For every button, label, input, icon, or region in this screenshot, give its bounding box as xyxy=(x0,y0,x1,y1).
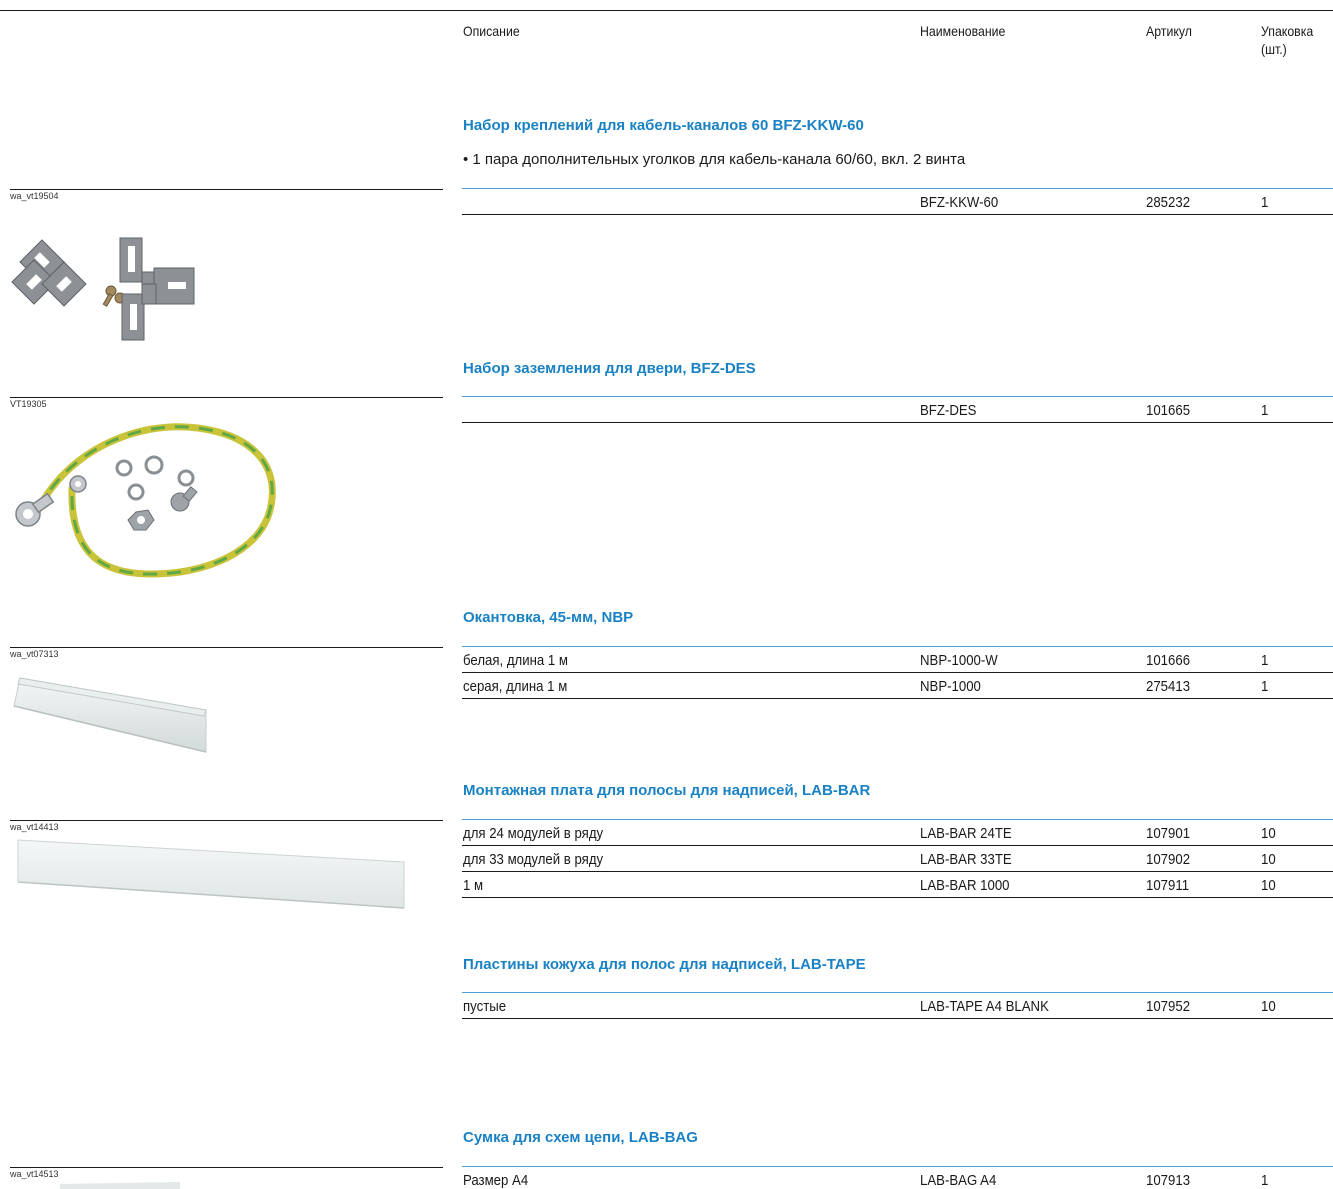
column-header-pack-line1: Упаковка xyxy=(1261,23,1314,39)
edge-profile-icon xyxy=(13,677,207,753)
image-caption-rule xyxy=(10,647,443,648)
cell-article: 107952 xyxy=(1146,998,1191,1015)
cell-description: белая, длина 1 м xyxy=(463,652,569,669)
table-row: BFZ-DES 101665 1 xyxy=(462,397,1333,423)
cell-description: серая, длина 1 м xyxy=(463,678,568,695)
product-table-nbp: белая, длина 1 м NBP-1000-W 101666 1 сер… xyxy=(462,646,1333,699)
image-code: VT19305 xyxy=(10,399,47,409)
product-table-bfz-kkw: BFZ-KKW-60 285232 1 xyxy=(462,188,1333,215)
product-table-lab-bag: Размер A4 LAB-BAG A4 107913 1 xyxy=(462,1166,1333,1189)
cell-name: BFZ-DES xyxy=(920,402,977,419)
section-bullet-bfz-kkw: • 1 пара дополнительных уголков для кабе… xyxy=(463,151,966,168)
image-code: wa_vt19504 xyxy=(10,191,59,201)
column-header-name: Наименование xyxy=(920,23,1006,39)
cell-article: 285232 xyxy=(1146,194,1191,211)
product-table-lab-tape: пустые LAB-TAPE A4 BLANK 107952 10 xyxy=(462,992,1333,1019)
cell-description: 1 м xyxy=(463,877,484,894)
cell-name: LAB-BAR 24TE xyxy=(920,825,1012,842)
image-code: wa_vt07313 xyxy=(10,649,59,659)
table-row: 1 м LAB-BAR 1000 107911 10 xyxy=(462,872,1333,898)
cell-description: пустые xyxy=(463,998,507,1015)
cell-pack: 1 xyxy=(1261,652,1269,669)
column-header-pack: Упаковка (шт.) xyxy=(1261,22,1331,58)
cell-article: 107911 xyxy=(1146,877,1190,894)
cell-article: 107902 xyxy=(1146,851,1191,868)
column-header-pack-line2: (шт.) xyxy=(1261,41,1287,57)
table-row: пустые LAB-TAPE A4 BLANK 107952 10 xyxy=(462,993,1333,1019)
section-title-nbp: Окантовка, 45-мм, NBP xyxy=(463,609,634,626)
image-caption-rule xyxy=(10,189,443,190)
section-title-bfz-kkw: Набор креплений для кабель-каналов 60 BF… xyxy=(463,117,864,134)
circuit-bag-icon xyxy=(60,1182,180,1189)
image-caption-rule xyxy=(10,1167,443,1168)
image-caption-rule xyxy=(10,820,443,821)
section-title-lab-tape: Пластины кожуха для полос для надписей, … xyxy=(463,956,866,973)
cell-pack: 10 xyxy=(1261,825,1276,842)
cell-name: BFZ-KKW-60 xyxy=(920,194,999,211)
cell-name: LAB-TAPE A4 BLANK xyxy=(920,998,1049,1015)
cell-name: LAB-BAR 33TE xyxy=(920,851,1012,868)
cell-name: LAB-BAG A4 xyxy=(920,1172,997,1189)
cell-article: 101666 xyxy=(1146,652,1191,669)
table-row: для 33 модулей в ряду LAB-BAR 33TE 10790… xyxy=(462,846,1333,872)
product-table-lab-bar: для 24 модулей в ряду LAB-BAR 24TE 10790… xyxy=(462,819,1333,898)
product-table-bfz-des: BFZ-DES 101665 1 xyxy=(462,396,1333,423)
column-header-description: Описание xyxy=(463,23,520,39)
cell-article: 101665 xyxy=(1146,402,1191,419)
cell-description: для 33 модулей в ряду xyxy=(463,851,604,868)
table-row: белая, длина 1 м NBP-1000-W 101666 1 xyxy=(462,647,1333,673)
image-code: wa_vt14513 xyxy=(10,1169,59,1179)
cell-name: NBP-1000 xyxy=(920,678,981,695)
cell-article: 107901 xyxy=(1146,825,1191,842)
label-bar-icon xyxy=(17,839,405,909)
table-row: для 24 модулей в ряду LAB-BAR 24TE 10790… xyxy=(462,820,1333,846)
cell-description: Размер A4 xyxy=(463,1172,529,1189)
column-header-article: Артикул xyxy=(1146,23,1192,39)
section-title-lab-bar: Монтажная плата для полосы для надписей,… xyxy=(463,782,871,799)
table-row: серая, длина 1 м NBP-1000 275413 1 xyxy=(462,673,1333,699)
top-rule xyxy=(0,10,1333,11)
cell-pack: 1 xyxy=(1261,402,1269,419)
cell-pack: 10 xyxy=(1261,877,1276,894)
cell-pack: 1 xyxy=(1261,1172,1269,1189)
cell-pack: 10 xyxy=(1261,998,1276,1015)
cell-pack: 1 xyxy=(1261,678,1269,695)
cell-pack: 1 xyxy=(1261,194,1269,211)
cell-description: для 24 модулей в ряду xyxy=(463,825,604,842)
bracket-set-icon xyxy=(11,237,195,341)
cell-article: 275413 xyxy=(1146,678,1191,695)
table-row: BFZ-KKW-60 285232 1 xyxy=(462,189,1333,215)
cell-pack: 10 xyxy=(1261,851,1276,868)
cell-article: 107913 xyxy=(1146,1172,1191,1189)
cell-name: LAB-BAR 1000 xyxy=(920,877,1010,894)
section-title-lab-bag: Сумка для схем цепи, LAB-BAG xyxy=(463,1129,698,1146)
image-caption-rule xyxy=(10,397,443,398)
section-title-bfz-des: Набор заземления для двери, BFZ-DES xyxy=(463,360,756,377)
cell-name: NBP-1000-W xyxy=(920,652,998,669)
table-row: Размер A4 LAB-BAG A4 107913 1 xyxy=(462,1167,1333,1189)
grounding-cable-icon xyxy=(15,423,276,578)
image-code: wa_vt14413 xyxy=(10,822,59,832)
